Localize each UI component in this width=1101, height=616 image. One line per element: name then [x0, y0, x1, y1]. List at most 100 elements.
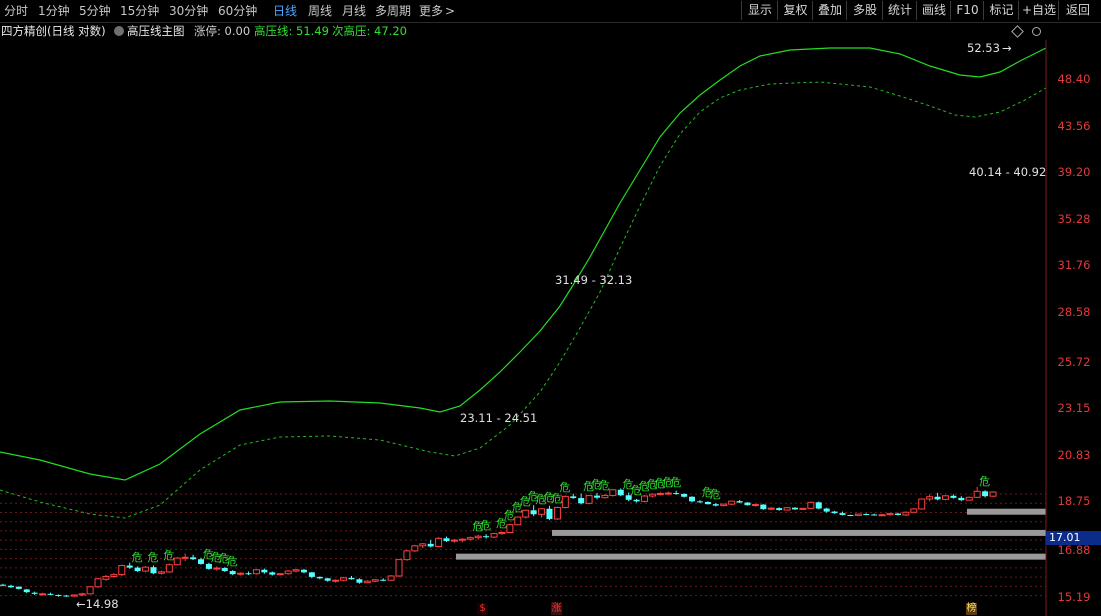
candle-body [102, 575, 110, 580]
period-tab-15min[interactable]: 15分钟 [120, 3, 159, 19]
event-mark-limit-up[interactable]: 涨 [551, 603, 562, 615]
statistics-button[interactable]: 统计 [882, 1, 917, 20]
candle-body [63, 595, 70, 597]
candle-body [522, 509, 530, 518]
candle-body [190, 557, 197, 560]
candle-body [173, 557, 181, 566]
pressure-zone-3 [967, 508, 1046, 515]
y-tick: 28.58 [1057, 305, 1091, 319]
danger-mark: 危 [979, 475, 991, 489]
candle-body [720, 503, 728, 507]
diamond-icon [1011, 25, 1024, 38]
period-tab-more[interactable]: 更多 > [419, 3, 455, 19]
candle-body [886, 513, 894, 516]
candle-body [570, 496, 577, 499]
multi-stock-button[interactable]: 多股 [846, 1, 883, 20]
candle-body [261, 569, 268, 573]
f10-button[interactable]: F10 [950, 1, 984, 20]
candle-body [783, 507, 791, 511]
period-tab-5min[interactable]: 5分钟 [79, 3, 111, 19]
candle-body [767, 507, 775, 510]
candle-body [229, 571, 236, 575]
danger-mark: 危 [559, 480, 571, 494]
y-tick: 35.28 [1057, 212, 1091, 226]
event-mark-ranking[interactable]: 榜 [966, 603, 977, 615]
candle-body [863, 514, 870, 516]
candle-body [815, 502, 822, 509]
candle-body [530, 510, 537, 515]
candle-body [918, 498, 926, 510]
limit-up-value: 涨停: 0.00 [194, 24, 251, 38]
arrow-left-icon: ← [76, 597, 86, 611]
kline-chart[interactable] [0, 40, 1101, 616]
candle-body [450, 539, 458, 542]
candle-body [458, 538, 466, 541]
toolbar: 分时 1分钟 5分钟 15分钟 30分钟 60分钟 日线 周线 月线 多周期 更… [0, 0, 1101, 23]
candle-body [982, 491, 989, 497]
candle-body [744, 502, 751, 506]
candle-body [308, 572, 315, 577]
arrow-right-icon: → [1001, 41, 1012, 55]
period-tab-monthly[interactable]: 月线 [342, 3, 366, 19]
candle-body [269, 572, 276, 575]
candle-body [807, 501, 815, 509]
candle-body [403, 550, 411, 561]
candle-body [656, 492, 664, 495]
candle-body [443, 538, 450, 542]
candle-body [0, 584, 6, 586]
period-tab-multi[interactable]: 多周期 [375, 3, 411, 19]
candle-body [941, 495, 949, 500]
low-price-marker: ←14.98 [76, 597, 119, 611]
add-watchlist-button[interactable]: +自选 [1018, 1, 1059, 20]
zone-label-1: 23.11 - 24.51 [460, 411, 538, 425]
overlay-button[interactable]: 叠加 [812, 1, 847, 20]
danger-mark: 危 [226, 555, 238, 569]
candle-body [221, 568, 228, 572]
candle-body [300, 569, 307, 573]
draw-line-button[interactable]: 画线 [916, 1, 951, 20]
danger-mark: 危 [131, 551, 143, 565]
danger-mark: 危 [163, 548, 175, 562]
period-tab-intraday[interactable]: 分时 [4, 3, 28, 19]
candle-body [435, 537, 443, 547]
candle-body [854, 513, 862, 516]
current-price-badge: 17.01 [1046, 531, 1101, 545]
adjust-button[interactable]: 复权 [777, 1, 813, 20]
candle-body [538, 508, 546, 515]
candle-body [760, 504, 767, 510]
high-price-value: 52.53 [967, 41, 1000, 55]
indicator-toggle-icon[interactable] [114, 26, 124, 36]
candle-body [989, 491, 997, 497]
sub-high-line-value: 次高压: 47.20 [332, 24, 407, 38]
y-tick: 39.20 [1057, 165, 1091, 179]
back-button[interactable]: 返回 [1058, 1, 1097, 20]
period-tab-1min[interactable]: 1分钟 [38, 3, 70, 19]
candle-body [751, 504, 759, 507]
candle-body [23, 589, 30, 593]
period-tab-weekly[interactable]: 周线 [308, 3, 332, 19]
candle-body [150, 567, 157, 574]
y-tick: 16.88 [1057, 543, 1091, 557]
candle-body [506, 524, 514, 533]
candle-body [332, 579, 340, 582]
mark-button[interactable]: 标记 [983, 1, 1019, 20]
danger-mark: 危 [551, 491, 563, 505]
event-mark-dollar[interactable]: $ [477, 603, 488, 615]
candle-body [86, 586, 94, 595]
period-tab-30min[interactable]: 30分钟 [169, 3, 208, 19]
sub-high-line [0, 81, 1047, 519]
period-tab-60min[interactable]: 60分钟 [218, 3, 257, 19]
candle-body [609, 489, 617, 496]
display-button[interactable]: 显示 [741, 1, 778, 20]
candle-body [348, 577, 355, 580]
candle-body [831, 511, 838, 514]
candle-body [601, 494, 609, 499]
indicator-name[interactable]: 高压线主图 [127, 23, 185, 39]
candle-body [340, 577, 348, 581]
candle-body [356, 579, 363, 583]
more-label: 更多 [419, 4, 444, 18]
candle-body [704, 501, 711, 505]
candle-body [47, 593, 54, 595]
candle-body [245, 573, 252, 575]
period-tab-daily[interactable]: 日线 [273, 3, 297, 19]
